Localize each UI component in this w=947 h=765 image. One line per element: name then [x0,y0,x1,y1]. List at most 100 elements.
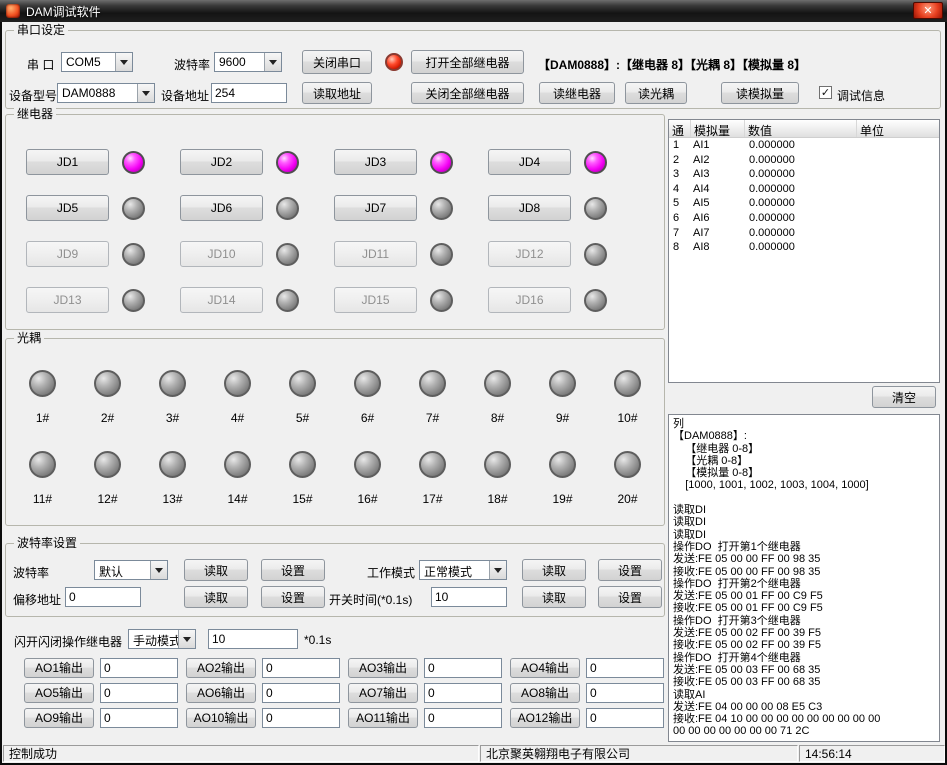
baud-set-button[interactable]: 设置 [261,559,325,581]
ao-value-input-6[interactable] [262,683,340,703]
statusbar: 控制成功 北京聚英翱翔电子有限公司 14:56:14 [2,744,945,763]
ao-cell: AO2输出 [186,655,348,680]
opto-cell: 10# [595,357,660,438]
relay-button-jd2[interactable]: JD2 [180,149,263,175]
ao-output-button-10[interactable]: AO10输出 [186,708,256,728]
cell-unit [857,167,939,182]
chevron-down-icon[interactable] [137,84,154,102]
opto-group-title: 光耦 [14,331,44,346]
close-serial-button[interactable]: 关闭串口 [302,50,372,74]
read-relay-button[interactable]: 读继电器 [539,82,615,104]
relay-button-jd3[interactable]: JD3 [334,149,417,175]
relay-button-jd10[interactable]: JD10 [180,241,263,267]
offset-read-button[interactable]: 读取 [184,586,248,608]
relay-button-jd14[interactable]: JD14 [180,287,263,313]
work-mode-label: 工作模式 [367,564,415,581]
workmode-read-button[interactable]: 读取 [522,559,586,581]
workmode-set-button[interactable]: 设置 [598,559,662,581]
baud-rate-select[interactable]: 9600 [214,52,282,72]
flash-mode-select[interactable]: 手动模式 [128,629,196,649]
device-address-input[interactable] [211,83,287,103]
read-analog-button[interactable]: 读模拟量 [721,82,799,104]
close-button[interactable]: ✕ [913,2,943,19]
ao-value-input-11[interactable] [424,708,502,728]
baud-setting-select[interactable]: 默认 [94,560,168,580]
ao-output-button-4[interactable]: AO4输出 [510,658,580,678]
read-opto-button[interactable]: 读光耦 [625,82,687,104]
chevron-down-icon[interactable] [178,630,195,648]
ao-value-input-1[interactable] [100,658,178,678]
baud-settings-title: 波特率设置 [14,536,80,551]
relay-button-jd9[interactable]: JD9 [26,241,109,267]
ao-value-input-8[interactable] [586,683,664,703]
opto-label: 11# [33,492,52,506]
relay-button-jd4[interactable]: JD4 [488,149,571,175]
baud-setting-value: 默认 [95,561,150,579]
opto-led-20 [614,451,641,478]
clear-button[interactable]: 清空 [872,386,936,408]
device-model-select[interactable]: DAM0888 [57,83,155,103]
col-header-analog: 模拟量 [691,120,745,137]
ao-value-input-4[interactable] [586,658,664,678]
ao-value-input-5[interactable] [100,683,178,703]
ao-output-button-8[interactable]: AO8输出 [510,683,580,703]
baud-read-button[interactable]: 读取 [184,559,248,581]
chevron-down-icon[interactable] [150,561,167,579]
debug-info-checkbox[interactable] [819,86,832,99]
offset-address-input[interactable] [65,587,141,607]
relay-button-jd7[interactable]: JD7 [334,195,417,221]
relay-button-jd12[interactable]: JD12 [488,241,571,267]
ao-output-button-2[interactable]: AO2输出 [186,658,256,678]
opto-cell: 17# [400,438,465,519]
flash-time-input[interactable] [208,629,298,649]
relay-button-jd16[interactable]: JD16 [488,287,571,313]
ao-output-grid: AO1输出 AO2输出 AO3输出 AO4输出 AO5输出 AO6输出 [24,655,672,730]
com-port-select[interactable]: COM5 [61,52,133,72]
offset-set-button[interactable]: 设置 [261,586,325,608]
debug-log-panel[interactable]: 列 【DAM0888】: 【继电器 0-8】 【光耦 0-8】 【模拟量 0-8… [668,414,940,742]
chevron-down-icon[interactable] [489,561,506,579]
ao-value-input-10[interactable] [262,708,340,728]
relay-button-jd8[interactable]: JD8 [488,195,571,221]
work-mode-select[interactable]: 正常模式 [419,560,507,580]
cell-channel: 1 [669,138,691,153]
opto-cell: 9# [530,357,595,438]
cell-analog: AI4 [691,182,745,197]
ao-output-button-5[interactable]: AO5输出 [24,683,94,703]
relay-cell: JD10 [180,241,334,267]
ao-value-input-2[interactable] [262,658,340,678]
ao-output-button-7[interactable]: AO7输出 [348,683,418,703]
relay-button-jd13[interactable]: JD13 [26,287,109,313]
switchtime-set-button[interactable]: 设置 [598,586,662,608]
relay-button-jd11[interactable]: JD11 [334,241,417,267]
ao-output-button-11[interactable]: AO11输出 [348,708,418,728]
switch-time-input[interactable] [431,587,507,607]
opto-led-6 [354,370,381,397]
ao-output-button-1[interactable]: AO1输出 [24,658,94,678]
ao-cell: AO9输出 [24,705,186,730]
cell-channel: 7 [669,226,691,241]
open-all-relays-button[interactable]: 打开全部继电器 [411,50,524,74]
ao-output-button-3[interactable]: AO3输出 [348,658,418,678]
chevron-down-icon[interactable] [115,53,132,71]
opto-led-16 [354,451,381,478]
ao-value-input-3[interactable] [424,658,502,678]
relay-button-jd5[interactable]: JD5 [26,195,109,221]
relay-button-jd15[interactable]: JD15 [334,287,417,313]
read-address-button[interactable]: 读取地址 [302,82,372,104]
ao-output-button-6[interactable]: AO6输出 [186,683,256,703]
ao-value-input-7[interactable] [424,683,502,703]
ao-value-input-9[interactable] [100,708,178,728]
opto-led-3 [159,370,186,397]
ao-output-button-12[interactable]: AO12输出 [510,708,580,728]
opto-cell: 20# [595,438,660,519]
cell-value: 0.000000 [745,153,857,168]
analog-table: 通 模拟量 数值 单位 1 AI1 0.000000 2 AI2 0.00000… [668,119,940,383]
close-all-relays-button[interactable]: 关闭全部继电器 [411,82,524,104]
switchtime-read-button[interactable]: 读取 [522,586,586,608]
ao-value-input-12[interactable] [586,708,664,728]
relay-button-jd6[interactable]: JD6 [180,195,263,221]
relay-button-jd1[interactable]: JD1 [26,149,109,175]
ao-output-button-9[interactable]: AO9输出 [24,708,94,728]
chevron-down-icon[interactable] [264,53,281,71]
